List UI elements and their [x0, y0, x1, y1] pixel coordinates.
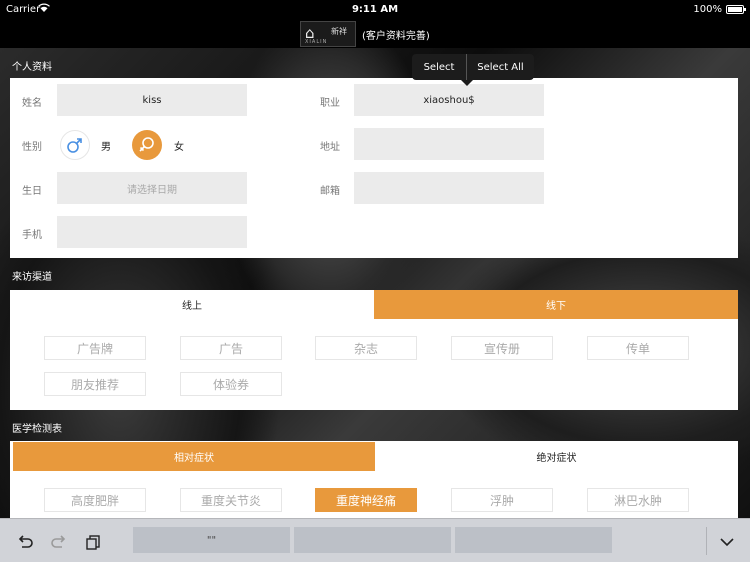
name-label: 姓名	[22, 98, 42, 109]
chip-billboard[interactable]: 广告牌	[44, 336, 146, 360]
tab-relative-symptoms[interactable]: 相对症状	[13, 442, 375, 471]
chip-flyer[interactable]: 传单	[587, 336, 689, 360]
suggestion-2[interactable]	[294, 527, 451, 553]
address-label: 地址	[320, 142, 340, 153]
redo-icon[interactable]	[50, 533, 68, 551]
channel-tabs: 线上 线下	[10, 290, 738, 319]
status-bar: Carrier 9:11 AM 100%	[0, 0, 750, 20]
battery-icon	[726, 5, 746, 14]
text-context-menu: Select Select All	[412, 54, 534, 80]
chip-trial-voucher[interactable]: 体验券	[180, 372, 282, 396]
birthday-picker[interactable]: 请选择日期	[57, 172, 247, 204]
nav-bar: ⌂ 新祥 XIALIN (客户资料完善)	[0, 20, 750, 48]
email-field[interactable]	[354, 172, 544, 204]
battery-percent: 100%	[693, 4, 722, 15]
chip-lymphedema[interactable]: 淋巴水肿	[587, 488, 689, 512]
male-label: 男	[101, 142, 111, 153]
job-field[interactable]: xiaoshou$	[354, 84, 544, 116]
name-field[interactable]: kiss	[57, 84, 247, 116]
tab-absolute-symptoms[interactable]: 绝对症状	[375, 442, 738, 471]
female-label: 女	[174, 142, 184, 153]
male-symbol-icon	[67, 138, 82, 153]
chip-ad[interactable]: 广告	[180, 336, 282, 360]
medical-tabs: 相对症状 绝对症状	[13, 442, 738, 471]
gender-label: 性别	[22, 142, 42, 153]
keyboard-shortcut-bar: ""	[0, 518, 750, 562]
tab-offline[interactable]: 线下	[374, 290, 738, 319]
chevron-down-icon[interactable]	[718, 533, 736, 551]
menu-pointer	[461, 80, 473, 86]
birthday-label: 生日	[22, 186, 42, 197]
brand-logo: ⌂ 新祥 XIALIN	[300, 21, 356, 47]
medical-card: 相对症状 绝对症状 高度肥胖 重度关节炎 重度神经痛 浮肿 淋巴水肿	[10, 441, 738, 518]
chip-severe-obesity[interactable]: 高度肥胖	[44, 488, 146, 512]
email-label: 邮箱	[320, 186, 340, 197]
undo-icon[interactable]	[16, 533, 34, 551]
logo-text: 新祥	[331, 27, 347, 36]
channel-card: 线上 线下 广告牌 广告 杂志 宣传册 传单 朋友推荐 体验券	[10, 290, 738, 410]
tab-online[interactable]: 线上	[10, 290, 374, 319]
personal-info-card: 姓名 kiss 职业 xiaoshou$ 性别 男 女 地址 生日 请选择日期 …	[10, 78, 738, 258]
phone-label: 手机	[22, 230, 42, 241]
logo-small-text: XIALIN	[305, 39, 328, 45]
chip-brochure[interactable]: 宣传册	[451, 336, 553, 360]
chip-magazine[interactable]: 杂志	[315, 336, 417, 360]
chip-severe-arthritis[interactable]: 重度关节炎	[180, 488, 282, 512]
clock: 9:11 AM	[351, 4, 399, 15]
phone-field[interactable]	[57, 216, 247, 248]
male-option[interactable]	[60, 130, 90, 160]
chip-friend-referral[interactable]: 朋友推荐	[44, 372, 146, 396]
medical-section-title: 医学检测表	[12, 424, 62, 435]
personal-section-title: 个人资料	[12, 62, 52, 73]
divider	[706, 527, 707, 555]
paste-icon[interactable]	[84, 533, 102, 551]
select-menu-item[interactable]: Select	[412, 54, 466, 80]
female-option-selected[interactable]	[132, 130, 162, 160]
channel-section-title: 来访渠道	[12, 272, 52, 283]
select-all-menu-item[interactable]: Select All	[467, 54, 534, 80]
chip-severe-neuralgia[interactable]: 重度神经痛	[315, 488, 417, 512]
suggestion-3[interactable]	[455, 527, 612, 553]
female-symbol-icon	[139, 137, 154, 152]
page-title: (客户资料完善)	[362, 31, 430, 42]
address-field[interactable]	[354, 128, 544, 160]
suggestion-1[interactable]: ""	[133, 527, 290, 553]
job-label: 职业	[320, 98, 340, 109]
chip-edema[interactable]: 浮肿	[451, 488, 553, 512]
